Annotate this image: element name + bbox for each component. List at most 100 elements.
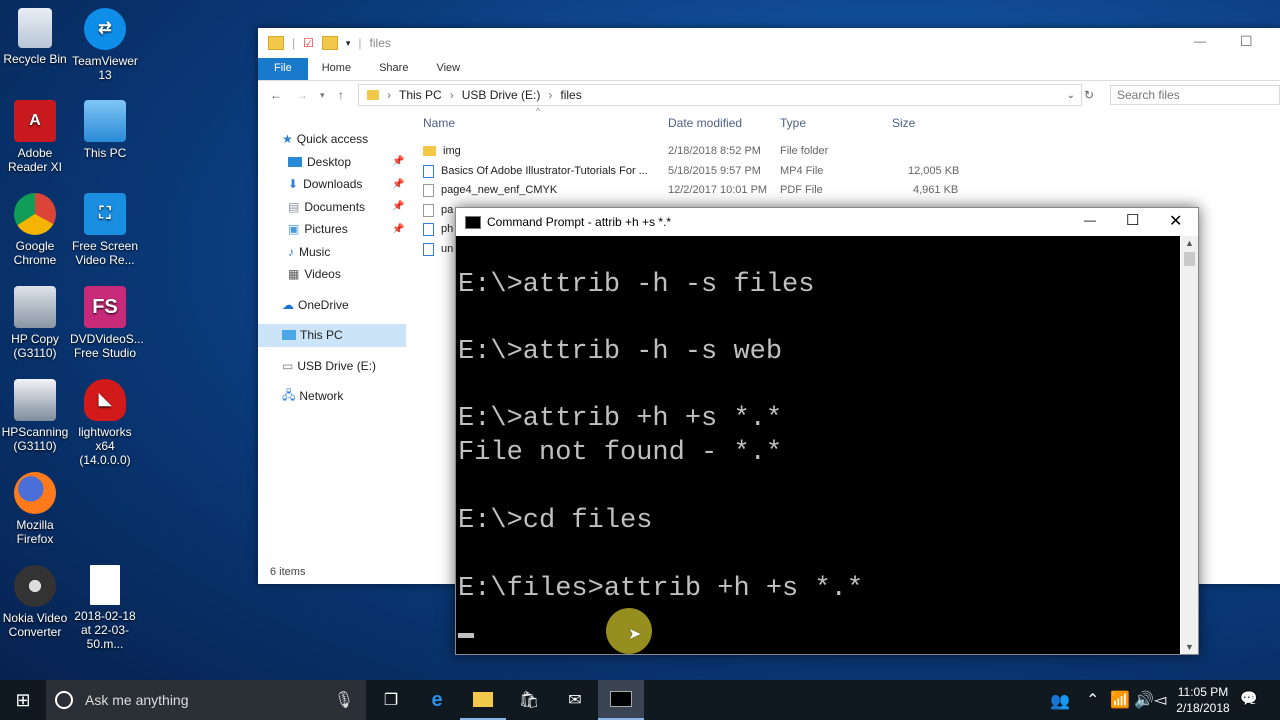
desktop-icon-chrome[interactable]: Google Chrome	[0, 193, 70, 267]
taskbar-edge[interactable]: e	[414, 680, 460, 720]
task-view-button[interactable]: ❐	[368, 680, 414, 720]
network-wifi-icon[interactable]: 📶	[1110, 690, 1130, 710]
close-icon[interactable]: ✕	[1169, 211, 1182, 231]
action-center-button[interactable]: 💬 2	[1240, 690, 1257, 707]
scrollbar[interactable]: ▲ ▼	[1181, 236, 1198, 654]
cortana-search-box[interactable]: Ask me anything 🎙	[46, 680, 366, 720]
file-row[interactable]: page4_new_enf_CMYK	[423, 181, 557, 199]
cmd-titlebar: Command Prompt - attrib +h +s *.* — ☐ ✕	[456, 208, 1198, 236]
desktop-icon-teamviewer[interactable]: ⇄ TeamViewer 13	[70, 8, 140, 82]
sidebar-item-network[interactable]: 🖧 Network	[258, 385, 406, 408]
search-input[interactable]: Search files	[1110, 85, 1280, 105]
desktop-icon-dvdvideosoft[interactable]: FS DVDVideoS... Free Studio	[70, 286, 144, 360]
clock-date: 2/18/2018	[1176, 701, 1230, 715]
scroll-thumb[interactable]	[1184, 252, 1195, 266]
cmd-window-title: Command Prompt - attrib +h +s *.*	[487, 215, 672, 229]
address-bar[interactable]: › This PC › USB Drive (E:) › files ⌄	[358, 84, 1082, 106]
breadcrumb-files[interactable]: files	[560, 88, 581, 102]
taskbar-mail[interactable]: ✉	[552, 680, 598, 720]
sidebar-item-onedrive[interactable]: ☁ OneDrive	[258, 294, 406, 317]
people-icon[interactable]: 👥	[1050, 691, 1070, 711]
sidebar-item-desktop[interactable]: Desktop 📌	[258, 151, 406, 174]
show-hidden-icons-chevron-icon[interactable]: ⌃	[1086, 690, 1099, 710]
microphone-icon[interactable]: 🎙	[334, 690, 354, 710]
speaker-icon[interactable]: ◅	[1154, 690, 1166, 710]
scroll-down-icon[interactable]: ▼	[1185, 642, 1194, 652]
forward-arrow-icon[interactable]: →	[296, 88, 308, 102]
checkmark-icon[interactable]: ☑	[303, 36, 314, 50]
tab-view[interactable]: View	[422, 58, 474, 80]
file-row[interactable]: img	[423, 142, 461, 160]
mail-icon: ✉	[568, 692, 582, 709]
file-type: File folder	[780, 145, 829, 157]
screen-recorder-icon: ⛶	[84, 193, 126, 235]
console-line: E:\>attrib +h +s *.*	[458, 404, 783, 434]
clock[interactable]: 11:05 PM 2/18/2018	[1172, 684, 1234, 716]
sidebar-item-this-pc[interactable]: This PC	[258, 324, 406, 347]
taskbar-file-explorer[interactable]	[460, 680, 506, 720]
chevron-down-icon[interactable]: ⌄	[1067, 90, 1075, 101]
clock-time: 11:05 PM	[1177, 685, 1229, 699]
desktop-icon-adobe-reader[interactable]: A Adobe Reader XI	[0, 100, 70, 174]
sidebar-item-quick-access[interactable]: ★ Quick access	[258, 128, 406, 151]
file-row[interactable]: Basics Of Adobe Illustrator-Tutorials Fo…	[423, 162, 648, 180]
sidebar-item-pictures[interactable]: ▣ Pictures 📌	[258, 218, 406, 241]
desktop-icon-file[interactable]: 2018-02-18 at 22-03-50.m...	[70, 565, 140, 651]
tab-file[interactable]: File	[258, 58, 308, 80]
pin-icon: 📌	[392, 201, 405, 213]
minimize-icon[interactable]: —	[1084, 213, 1096, 227]
up-arrow-icon[interactable]: ↑	[338, 88, 344, 102]
refresh-icon[interactable]: ↻	[1084, 88, 1094, 102]
taskbar-store[interactable]: 🛍	[506, 680, 552, 720]
file-row[interactable]: pa	[423, 201, 453, 219]
new-folder-icon[interactable]	[321, 36, 338, 50]
firefox-icon	[14, 472, 56, 514]
nokia-video-icon	[14, 565, 56, 607]
chevron-down-icon[interactable]: ▾	[346, 38, 351, 49]
scroll-up-icon[interactable]: ▲	[1185, 238, 1194, 248]
console-line: E:\>attrib -h -s files	[458, 270, 815, 300]
column-header-date[interactable]: Date modified	[668, 116, 742, 134]
taskbar-command-prompt[interactable]	[598, 680, 644, 720]
breadcrumb-this-pc[interactable]: This PC	[399, 88, 442, 102]
desktop-icon-screen-recorder[interactable]: ⛶ Free Screen Video Re...	[70, 193, 140, 267]
column-header-name[interactable]: Name	[423, 116, 455, 134]
file-size: 12,005 KB	[908, 165, 960, 177]
desktop-icon-hp-scanning[interactable]: HPScanning (G3110)	[0, 379, 70, 453]
file-row[interactable]: ph	[423, 220, 453, 238]
column-header-type[interactable]: Type	[780, 116, 806, 134]
pin-icon: 📌	[392, 223, 405, 235]
back-arrow-icon[interactable]: ←	[270, 88, 282, 102]
sidebar-item-music[interactable]: ♪ Music	[258, 241, 406, 264]
usb-drive-icon: ▭	[282, 358, 294, 373]
desktop-icon-recycle-bin[interactable]: Recycle Bin	[0, 8, 70, 66]
sidebar-item-documents[interactable]: ▤ Documents 📌	[258, 196, 406, 219]
file-date: 2/18/2018 8:52 PM	[668, 145, 761, 157]
maximize-icon[interactable]: ☐	[1240, 33, 1253, 50]
breadcrumb-usb-drive[interactable]: USB Drive (E:)	[462, 88, 541, 102]
desktop-icon-lightworks[interactable]: ◣ lightworks x64 (14.0.0.0)	[70, 379, 140, 467]
sidebar-item-downloads[interactable]: ⬇ Downloads 📌	[258, 173, 406, 196]
desktop-icon-firefox[interactable]: Mozilla Firefox	[0, 472, 70, 546]
recent-dropdown-icon[interactable]: ▾	[320, 90, 325, 101]
cloud-icon: ☁	[282, 297, 294, 312]
file-icon	[423, 242, 434, 256]
teamviewer-icon: ⇄	[84, 8, 126, 50]
sidebar-item-usb-drive[interactable]: ▭ USB Drive (E:)	[258, 355, 406, 378]
desktop-icon-nokia-video[interactable]: Nokia Video Converter	[0, 565, 70, 639]
volume-icon[interactable]: 🔊	[1134, 690, 1154, 710]
maximize-icon[interactable]: ☐	[1126, 211, 1139, 229]
console-line: E:\>cd files	[458, 506, 653, 536]
cmd-console[interactable]: E:\>attrib -h -s files E:\>attrib -h -s …	[456, 236, 1180, 654]
column-header-size[interactable]: Size	[892, 116, 915, 134]
sidebar-item-videos[interactable]: ▦ Videos	[258, 263, 406, 286]
tab-share[interactable]: Share	[365, 58, 422, 80]
start-button[interactable]: ⊞	[0, 680, 46, 720]
tab-home[interactable]: Home	[308, 58, 365, 80]
document-icon: ▤	[288, 199, 300, 214]
file-row[interactable]: un	[423, 240, 453, 258]
desktop-icon-hp-copy[interactable]: HP Copy (G3110)	[0, 286, 70, 360]
computer-icon	[282, 330, 296, 341]
desktop-icon-this-pc[interactable]: This PC	[70, 100, 140, 160]
minimize-icon[interactable]: —	[1194, 34, 1206, 48]
